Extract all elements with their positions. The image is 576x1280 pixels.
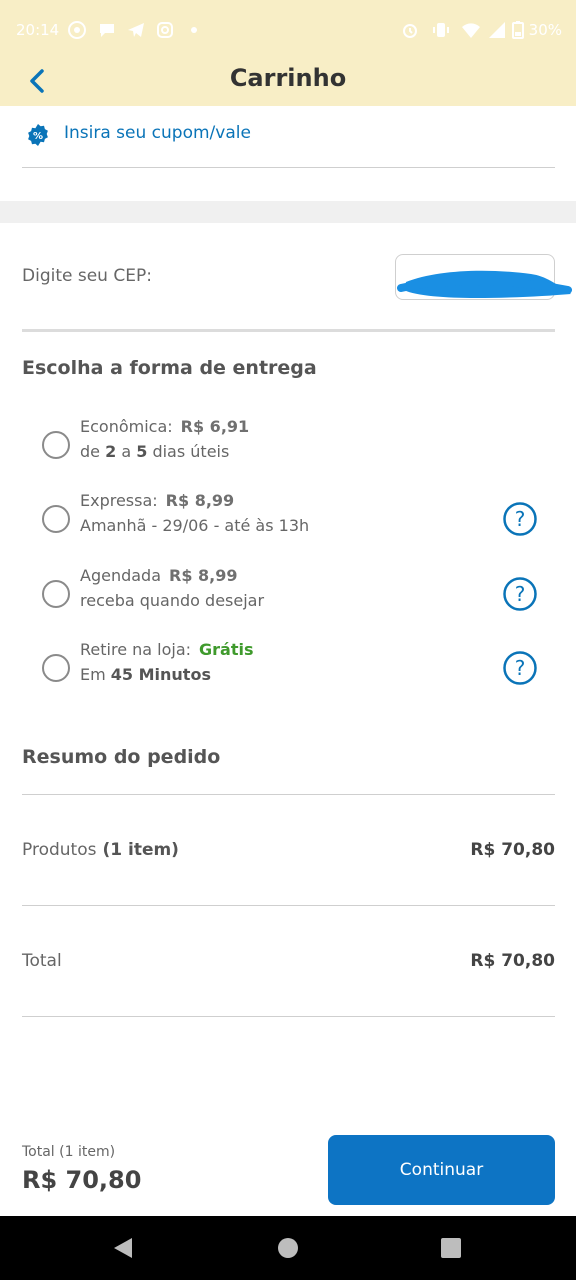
delivery-option-economica[interactable]: Econômica: R$ 6,91 de 2 a 5 dias úteis: [22, 417, 555, 477]
signal-icon: [489, 22, 505, 38]
page-title: Carrinho: [229, 64, 347, 92]
footer-total-label: Total (1 item): [22, 1144, 115, 1160]
divider: [22, 794, 555, 795]
option-price: R$ 8,99: [169, 566, 238, 585]
products-value: R$ 70,80: [470, 840, 555, 860]
nav-recents-icon[interactable]: [441, 1238, 461, 1258]
option-name-line: Retire na loja: Grátis: [80, 640, 254, 659]
continue-button[interactable]: Continuar: [328, 1135, 555, 1205]
products-count: (1 item): [102, 840, 179, 860]
products-label: Produtos (1 item): [22, 840, 179, 860]
radio-button[interactable]: [42, 580, 70, 608]
divider: [22, 1016, 555, 1017]
nav-home-icon[interactable]: [278, 1238, 298, 1258]
svg-text:?: ?: [515, 656, 526, 680]
battery-icon: [512, 21, 524, 39]
detail-text: dias úteis: [147, 442, 230, 461]
detail-pickup-time: 45 Minutos: [110, 665, 211, 684]
option-detail: Amanhã - 29/06 - até às 13h: [80, 516, 310, 535]
radio-button[interactable]: [42, 431, 70, 459]
delivery-option-retire-na-loja[interactable]: Retire na loja: Grátis Em 45 Minutos ?: [22, 640, 555, 700]
detail-text: de: [80, 442, 106, 461]
total-label: Total: [22, 951, 62, 971]
status-bar: 20:14 30%: [0, 0, 576, 56]
radio-button[interactable]: [42, 654, 70, 682]
help-question-icon[interactable]: ?: [502, 576, 538, 612]
option-name: Econômica:: [80, 417, 173, 436]
option-price: R$ 8,99: [165, 491, 235, 510]
divider: [22, 905, 555, 906]
chat-icon: [100, 24, 114, 37]
nav-back-icon[interactable]: [112, 1236, 134, 1260]
redaction-scribble: [397, 270, 572, 298]
option-price-free: Grátis: [199, 640, 254, 659]
svg-text:%: %: [33, 131, 43, 142]
footer-total-text: Total: [22, 1144, 55, 1160]
option-name: Retire na loja:: [80, 640, 192, 659]
status-time: 20:14: [16, 21, 60, 39]
detail-max-days: 5: [136, 442, 148, 461]
notification-dot-icon: [191, 27, 197, 33]
wifi-icon: [462, 23, 480, 38]
coupon-row[interactable]: % Insira seu cupom/vale: [22, 106, 555, 168]
detail-min-days: 2: [105, 442, 117, 461]
option-name: Agendada: [80, 566, 162, 585]
svg-text:?: ?: [515, 582, 526, 606]
option-name-line: Econômica: R$ 6,91: [80, 417, 249, 436]
option-detail: de 2 a 5 dias úteis: [80, 442, 229, 461]
app-bar: Carrinho: [0, 56, 576, 106]
option-name-line: Agendada R$ 8,99: [80, 566, 238, 585]
alarm-icon: [403, 24, 417, 38]
delivery-option-agendada[interactable]: Agendada R$ 8,99 receba quando desejar ?: [22, 566, 555, 626]
option-price: R$ 6,91: [180, 417, 250, 436]
option-detail: receba quando desejar: [80, 591, 265, 610]
coupon-link[interactable]: Insira seu cupom/vale: [64, 123, 251, 143]
vibrate-icon: [433, 23, 449, 37]
option-detail: Em 45 Minutos: [80, 665, 211, 684]
option-name: Expressa:: [80, 491, 158, 510]
battery-percentage: 30%: [528, 21, 562, 39]
radio-button[interactable]: [42, 505, 70, 533]
detail-text: a: [116, 442, 137, 461]
footer-items-count: (1 item): [59, 1144, 116, 1160]
system-nav-bar: [0, 1216, 576, 1280]
svg-text:?: ?: [515, 507, 526, 531]
footer-total-value: R$ 70,80: [22, 1166, 142, 1194]
total-value: R$ 70,80: [470, 951, 555, 971]
summary-title: Resumo do pedido: [22, 746, 221, 768]
discount-percent-icon: %: [28, 124, 48, 146]
whatsapp-icon: [68, 21, 86, 39]
delivery-option-expressa[interactable]: Expressa: R$ 8,99 Amanhã - 29/06 - até às…: [22, 491, 555, 551]
cep-label: Digite seu CEP:: [22, 266, 152, 286]
instagram-icon: [157, 22, 173, 38]
delivery-section-title: Escolha a forma de entrega: [22, 357, 317, 379]
help-question-icon[interactable]: ?: [502, 501, 538, 537]
section-divider: [0, 201, 576, 223]
detail-text: Em: [80, 665, 111, 684]
products-label-text: Produtos: [22, 840, 97, 860]
help-question-icon[interactable]: ?: [502, 650, 538, 686]
option-name-line: Expressa: R$ 8,99: [80, 491, 234, 510]
telegram-icon: [128, 23, 144, 37]
